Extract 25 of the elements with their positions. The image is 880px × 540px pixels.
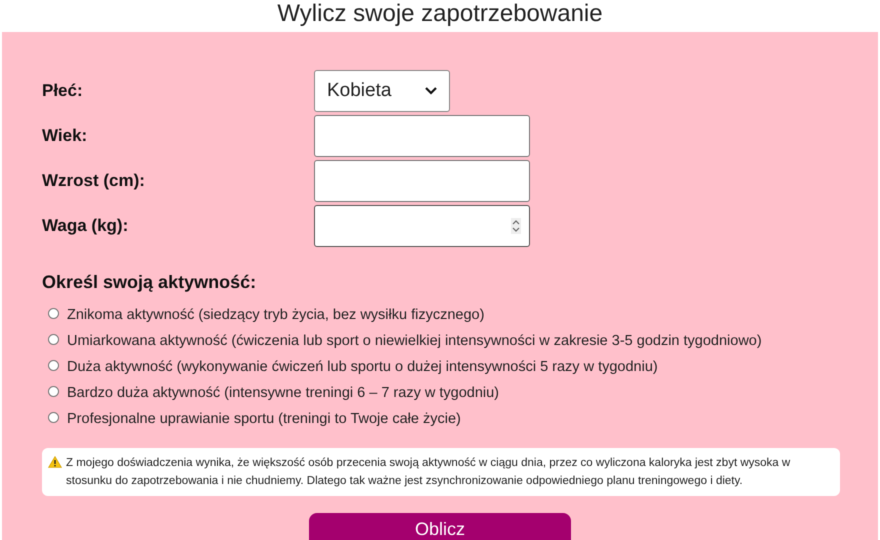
activity-heading: Określ swoją aktywność: xyxy=(42,271,256,294)
radio-label: Profesjonalne uprawianie sportu (treningi to Twoje całe życie) xyxy=(67,410,461,430)
radio-button[interactable] xyxy=(48,334,59,345)
gender-select[interactable]: Kobieta xyxy=(314,70,450,112)
radio-label: Umiarkowana aktywność (ćwiczenia lub sport o niewielkiej intensywności w zakresie 3-5 godzin tygodniowo) xyxy=(67,332,762,352)
chevron-down-icon xyxy=(425,87,437,95)
note-text: Z mojego doświadczenia wynika, że większość osób przecenia swoją aktywność w ciągu dnia, przez co wyliczona kaloryka jest zbyt wysoka w stosunku do zapotrzebowania i nie chudniemy. Dlatego tak ważne jest zsynchronizowanie odpowiedniego planu treningowego i diety. xyxy=(66,456,792,489)
radio-label: Znikoma aktywność (siedzący tryb życia, bez wysiłku fizycznego) xyxy=(67,306,484,326)
field-label: Płeć: xyxy=(42,80,84,102)
input-field[interactable] xyxy=(314,160,530,202)
radio-button[interactable] xyxy=(48,412,59,423)
radio-button[interactable] xyxy=(48,386,59,397)
number-field[interactable] xyxy=(314,205,530,247)
page-title: Wylicz swoje zapotrzebowanie xyxy=(277,0,603,28)
field-label: Waga (kg): xyxy=(42,215,130,238)
radio-button[interactable] xyxy=(48,308,59,319)
field-label: Wiek: xyxy=(42,125,88,148)
warning-icon xyxy=(48,456,62,468)
spinner-icon xyxy=(511,218,521,234)
calculate-button[interactable]: Oblicz xyxy=(309,513,571,540)
radio-label: Bardzo duża aktywność (intensywne treningi 6 – 7 razy w tygodniu) xyxy=(67,384,499,404)
field-label: Wzrost (cm): xyxy=(42,170,146,192)
input-field[interactable] xyxy=(314,115,530,157)
radio-label: Duża aktywność (wykonywanie ćwiczeń lub sportu o dużej intensywności 5 razy w tygodniu) xyxy=(67,358,658,378)
radio-button[interactable] xyxy=(48,360,59,371)
